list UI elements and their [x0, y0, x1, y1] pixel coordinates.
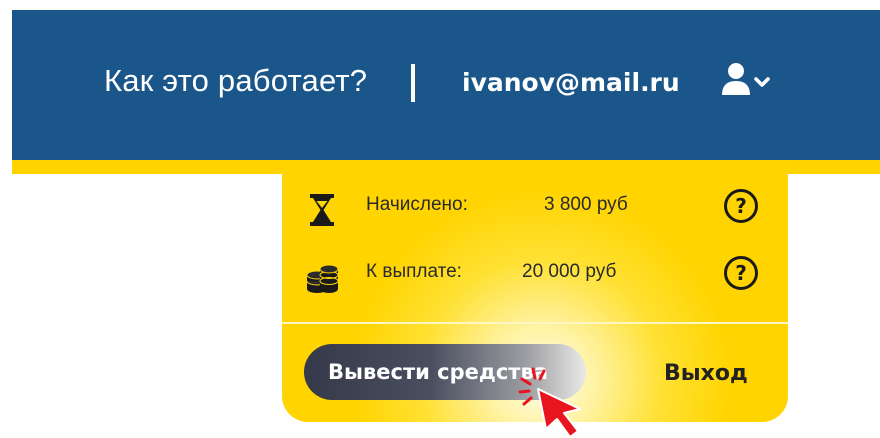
accrued-label: Начислено: — [366, 194, 468, 215]
coins-icon — [304, 259, 340, 295]
header-divider — [411, 64, 415, 102]
payout-value: 20 000 руб — [522, 261, 617, 282]
accrued-row: Начислено: 3 800 руб ? — [282, 184, 788, 232]
user-menu-button[interactable] — [722, 62, 780, 102]
how-it-works-link[interactable]: Как это работает? — [104, 58, 367, 104]
top-strip — [0, 0, 880, 10]
accrued-help-icon[interactable]: ? — [724, 189, 758, 223]
accrued-value: 3 800 руб — [544, 194, 628, 215]
payout-row: К выплате: 20 000 руб ? — [282, 251, 788, 299]
panel-separator — [282, 322, 788, 324]
pointer-cursor-icon — [518, 367, 581, 438]
payout-label: К выплате: — [366, 261, 462, 282]
logout-button[interactable]: Выход — [664, 356, 748, 392]
payout-help-icon[interactable]: ? — [724, 256, 758, 290]
chevron-down-icon — [754, 77, 770, 87]
hourglass-icon — [304, 192, 340, 228]
user-email[interactable]: ivanov@mail.ru — [462, 62, 680, 104]
